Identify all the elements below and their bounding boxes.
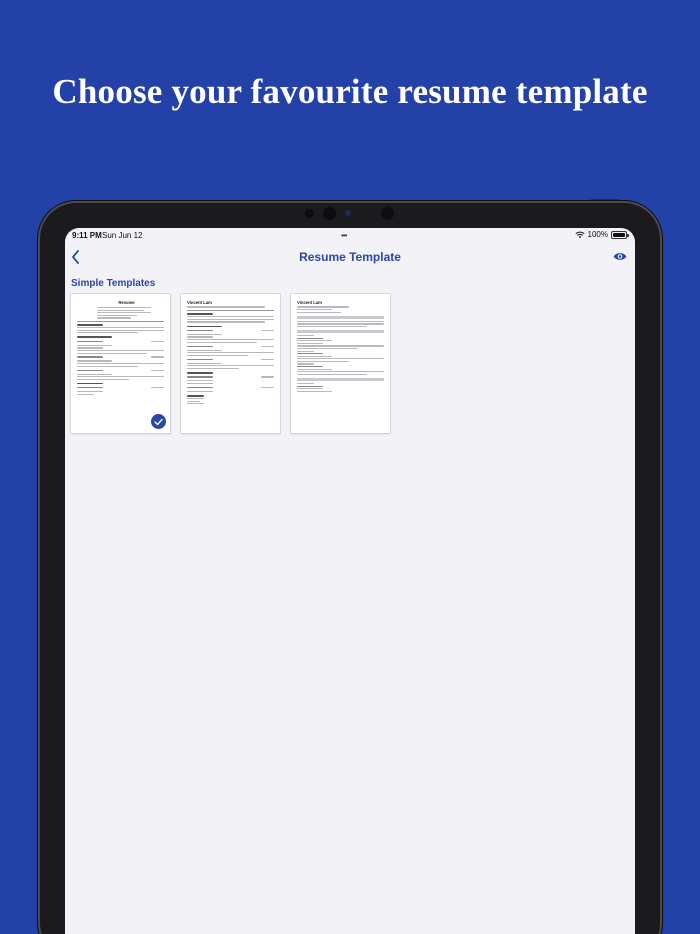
wifi-icon [574, 231, 585, 238]
app-screen: 9:11 PM Sun Jun 12 ••• 100% Resume Templ… [65, 228, 635, 934]
sensor [323, 207, 336, 220]
template-card-shaded[interactable]: Vincent Lam [291, 294, 390, 433]
front-camera [345, 210, 351, 216]
headline: Choose your favourite resume template [52, 72, 648, 111]
status-date: Sun Jun 12 [102, 231, 143, 240]
sensor [305, 209, 314, 218]
section-title: Simple Templates [71, 278, 156, 289]
battery-icon [611, 230, 629, 239]
template-card-classic[interactable]: Resume [71, 294, 170, 433]
multitasking-dots-icon[interactable]: ••• [341, 231, 347, 240]
status-time: 9:11 PM [72, 231, 102, 240]
template-name: Resume [118, 300, 135, 305]
navigation-bar: Resume Template [65, 242, 635, 272]
template-list: Resume Vincent Lam Vincent Lam [71, 294, 390, 433]
status-bar: 9:11 PM Sun Jun 12 ••• 100% [65, 228, 635, 242]
selected-checkmark-icon [151, 414, 166, 429]
page-title: Resume Template [299, 250, 401, 264]
template-name: Vincent Lam [187, 300, 212, 305]
template-card-modern[interactable]: Vincent Lam [181, 294, 280, 433]
template-name: Vincent Lam [297, 300, 322, 305]
sensor [381, 207, 394, 220]
battery-percent: 100% [587, 230, 608, 239]
eye-icon[interactable] [613, 251, 627, 262]
